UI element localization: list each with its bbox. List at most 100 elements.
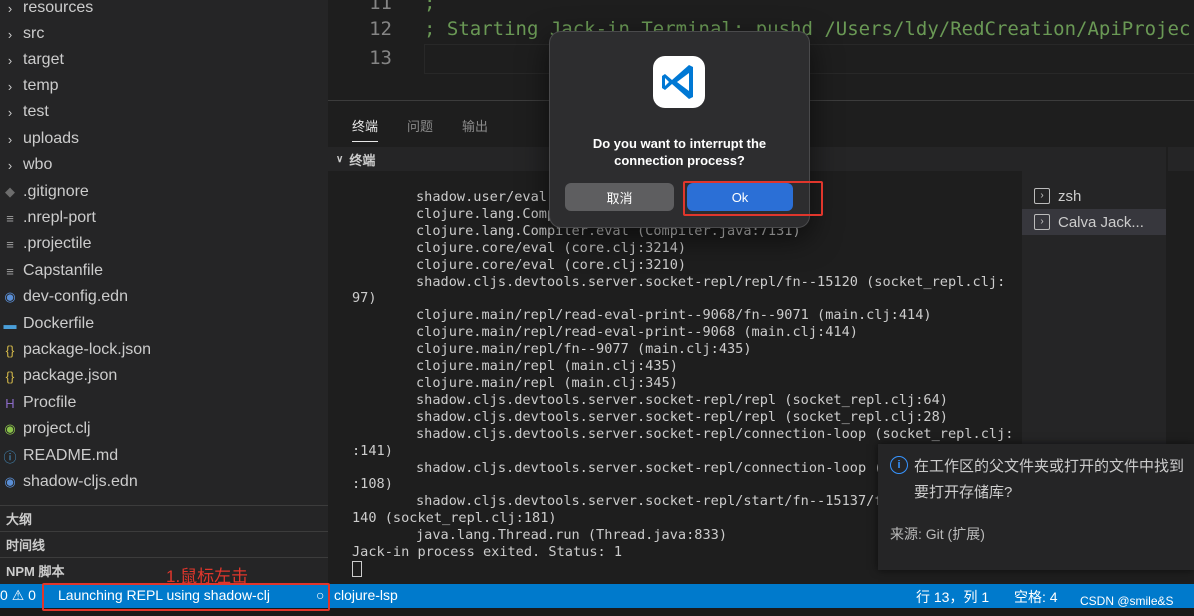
terminal-list-item-calva[interactable]: › Calva Jack... bbox=[1022, 209, 1166, 235]
file-label: .gitignore bbox=[23, 183, 89, 200]
file-label: shadow-cljs.edn bbox=[23, 473, 138, 490]
tab-problems[interactable]: 问题 bbox=[407, 116, 433, 135]
file-label: wbo bbox=[23, 156, 53, 173]
npm-scripts-section[interactable]: NPM 脚本 bbox=[0, 557, 328, 583]
lsp-status[interactable]: clojure-lsp bbox=[334, 587, 398, 603]
file-item-dev-config[interactable]: ◉ dev-config.edn bbox=[0, 284, 328, 310]
file-item-shadow-cljs[interactable]: ◉ shadow-cljs.edn bbox=[0, 469, 328, 495]
heroku-icon: H bbox=[5, 395, 15, 411]
vscode-logo-icon bbox=[653, 56, 705, 108]
file-label: README.md bbox=[23, 447, 119, 464]
terminal-list-item-zsh[interactable]: › zsh bbox=[1022, 183, 1166, 209]
file-label: temp bbox=[23, 77, 59, 94]
terminal-list: › zsh › Calva Jack... bbox=[1022, 171, 1166, 445]
terminal-line: clojure.main/repl (main.clj:345) bbox=[416, 374, 678, 391]
line-number: 13 bbox=[369, 47, 392, 69]
file-label: package-lock.json bbox=[23, 341, 152, 358]
outline-section[interactable]: 大纲 bbox=[0, 505, 328, 531]
folder-item-src[interactable]: › src bbox=[0, 21, 328, 47]
tab-output[interactable]: 输出 bbox=[462, 116, 488, 135]
file-label: test bbox=[23, 103, 49, 120]
folder-item-resources[interactable]: › resources bbox=[0, 0, 328, 21]
warning-icon: ⚠ bbox=[11, 587, 29, 603]
terminal-name: Calva Jack... bbox=[1058, 213, 1144, 231]
file-item-capstanfile[interactable]: ≡ Capstanfile bbox=[0, 258, 328, 284]
chevron-right-icon: › bbox=[7, 157, 13, 173]
notification-source: 来源: Git (扩展) bbox=[890, 526, 985, 542]
terminal-line: clojure.main/repl/read-eval-print--9068/… bbox=[416, 307, 932, 324]
chevron-right-icon: › bbox=[7, 52, 13, 68]
terminal-icon: › bbox=[1034, 214, 1050, 230]
file-item-package-json[interactable]: {} package.json bbox=[0, 363, 328, 389]
folder-item-temp[interactable]: › temp bbox=[0, 73, 328, 99]
file-item-dockerfile[interactable]: ▬ Dockerfile bbox=[0, 311, 328, 337]
clojure-icon: ◉ bbox=[4, 421, 16, 436]
problems-indicator[interactable]: 0 ⚠ 0 bbox=[0, 587, 36, 604]
file-label: .nrepl-port bbox=[23, 209, 96, 226]
error-count: 0 bbox=[0, 587, 8, 603]
text-file-icon: ≡ bbox=[6, 263, 14, 279]
file-item-nrepl-port[interactable]: ≡ .nrepl-port bbox=[0, 205, 328, 231]
clojure-icon: ◉ bbox=[4, 474, 16, 489]
ok-highlight-box bbox=[683, 181, 823, 216]
file-item-project-clj[interactable]: ◉ project.clj bbox=[0, 416, 328, 442]
info-icon: ⓘ bbox=[3, 449, 17, 465]
file-label: project.clj bbox=[23, 420, 91, 437]
timeline-section[interactable]: 时间线 bbox=[0, 531, 328, 557]
file-label: .projectile bbox=[23, 235, 92, 252]
text-file-icon: ≡ bbox=[6, 236, 14, 252]
terminal-line: shadow.cljs.devtools.server.socket-repl/… bbox=[416, 408, 948, 425]
folder-item-test[interactable]: › test bbox=[0, 99, 328, 125]
folder-item-uploads[interactable]: › uploads bbox=[0, 126, 328, 152]
indentation[interactable]: 空格: 4 bbox=[1014, 587, 1058, 607]
folder-item-wbo[interactable]: › wbo bbox=[0, 152, 328, 178]
terminal-title: 终端 bbox=[349, 152, 376, 168]
folder-item-target[interactable]: › target bbox=[0, 47, 328, 73]
terminal-cursor bbox=[352, 560, 362, 577]
git-notification: i 在工作区的父文件夹或打开的文件中找到要打开存储库? 来源: Git (扩展) bbox=[878, 444, 1194, 570]
file-item-package-lock[interactable]: {} package-lock.json bbox=[0, 337, 328, 363]
file-label: dev-config.edn bbox=[23, 288, 128, 305]
file-label: uploads bbox=[23, 130, 80, 147]
file-label: Dockerfile bbox=[23, 315, 95, 332]
terminal-line: clojure.main/repl (main.clj:435) bbox=[416, 358, 678, 375]
watermark: CSDN @smile&S bbox=[1080, 594, 1174, 608]
terminal-line: clojure.main/repl/read-eval-print--9068 … bbox=[416, 324, 858, 341]
file-label: target bbox=[23, 51, 64, 68]
file-item-projectile[interactable]: ≡ .projectile bbox=[0, 231, 328, 257]
line-number: 11 bbox=[369, 0, 392, 14]
json-icon: {} bbox=[5, 342, 15, 358]
terminal-line: 97) bbox=[352, 290, 377, 307]
file-label: Capstanfile bbox=[23, 262, 104, 279]
chevron-right-icon: › bbox=[7, 78, 13, 94]
terminal-line: shadow.cljs.devtools.server.socket-repl/… bbox=[416, 391, 948, 408]
cancel-button[interactable]: 取消 bbox=[565, 183, 674, 211]
warning-count: 0 bbox=[28, 587, 36, 603]
chevron-right-icon: › bbox=[7, 26, 13, 42]
chevron-right-icon: › bbox=[7, 131, 13, 147]
terminal-line: clojure.core/eval (core.clj:3210) bbox=[416, 256, 687, 273]
file-label: src bbox=[23, 25, 45, 42]
terminal-line: shadow.cljs.devtools.server.socket-repl/… bbox=[416, 425, 1014, 442]
chevron-right-icon: › bbox=[7, 0, 13, 16]
clojure-icon: ◉ bbox=[4, 289, 16, 304]
terminal-line: shadow.cljs.devtools.server.socket-repl/… bbox=[416, 273, 1006, 290]
explorer-sidebar: › resources › src › target › temp › test › upl… bbox=[0, 0, 328, 584]
annotation-label: 1.鼠标左击 bbox=[166, 567, 249, 586]
code-line: ; bbox=[424, 0, 436, 14]
tab-terminal[interactable]: 终端 bbox=[352, 116, 379, 142]
repl-highlight-box bbox=[42, 583, 330, 611]
file-item-procfile[interactable]: H Procfile bbox=[0, 390, 328, 416]
dialog-message: Do you want to interrupt the connection … bbox=[592, 136, 767, 168]
terminal-line: clojure.core/eval (core.clj:3214) bbox=[416, 239, 687, 256]
file-item-readme[interactable]: ⓘ README.md bbox=[0, 443, 328, 469]
file-item-gitignore[interactable]: ◆ .gitignore bbox=[0, 179, 328, 205]
terminal-icon: › bbox=[1034, 188, 1050, 204]
chevron-right-icon: › bbox=[7, 104, 13, 120]
json-icon: {} bbox=[5, 368, 15, 384]
cursor-position[interactable]: 行 13，列 1 bbox=[916, 587, 989, 607]
file-label: package.json bbox=[23, 367, 118, 384]
chevron-down-icon: ∨ bbox=[336, 153, 344, 165]
terminal-line: clojure.main/repl/fn--9077 (main.clj:435… bbox=[416, 341, 752, 358]
notification-message: 在工作区的父文件夹或打开的文件中找到要打开存储库? bbox=[914, 458, 1185, 501]
